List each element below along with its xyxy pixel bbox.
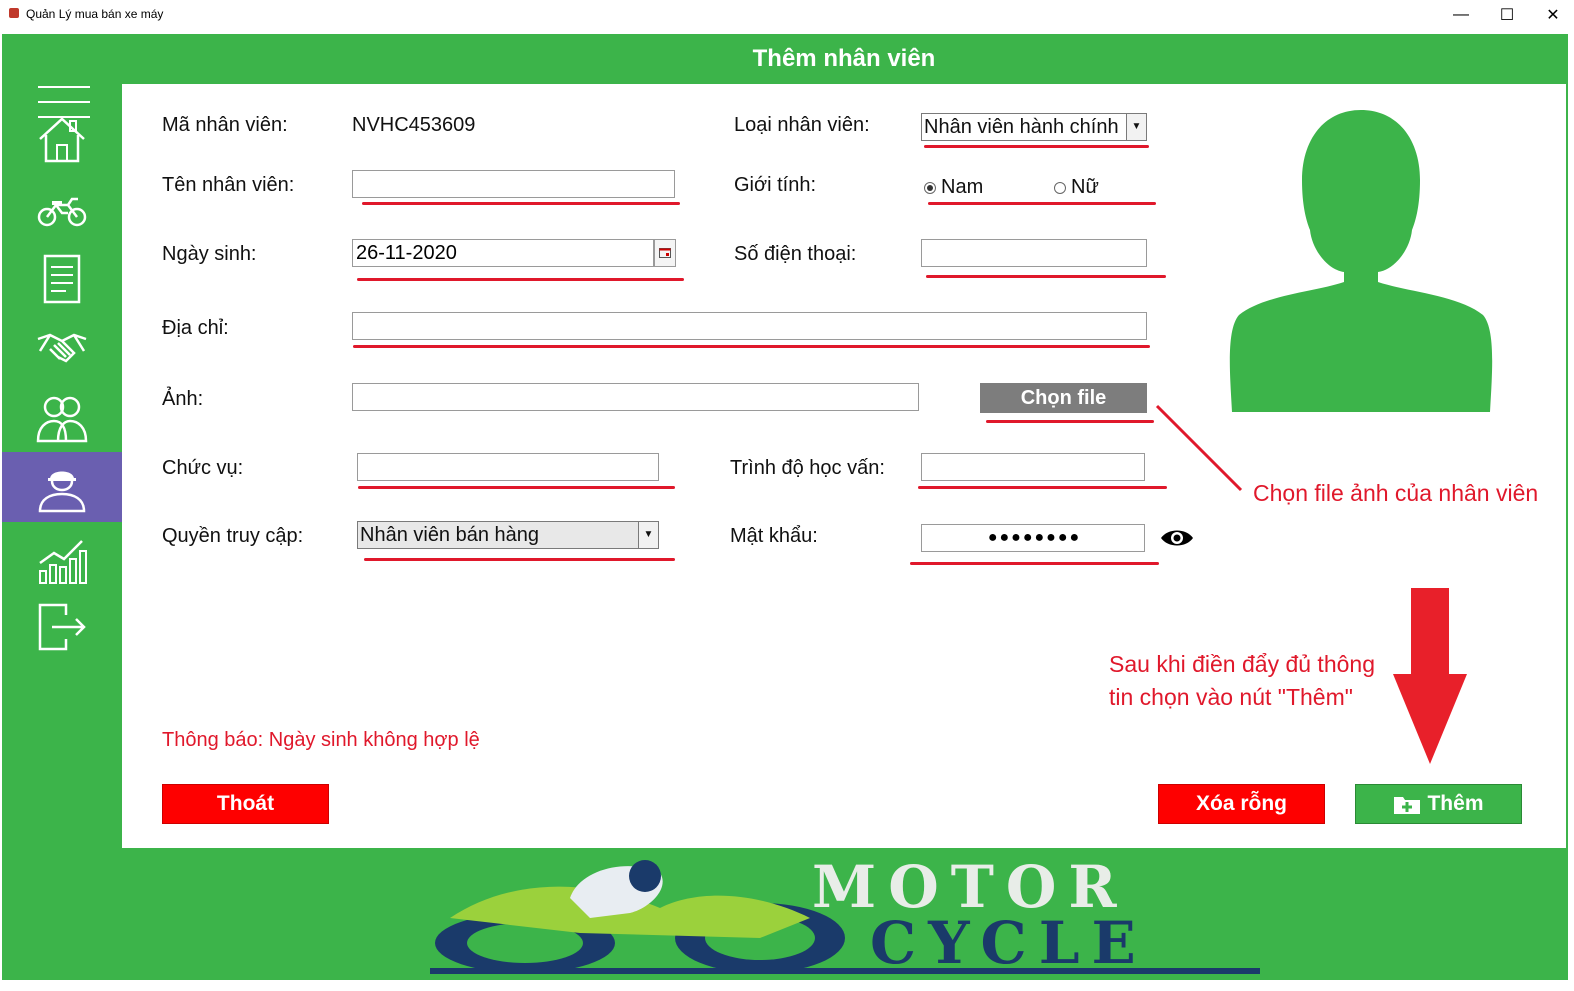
photo-label: Ảnh: [162,388,204,410]
employee-type-selected: Nhân viên hành chính [924,116,1119,138]
sidebar-item-home[interactable] [2,104,122,174]
home-icon [39,117,85,163]
logo-text-cycle: CYCLE [870,909,1148,977]
show-password-button[interactable] [1160,527,1194,549]
gender-male-label: Nam [941,176,984,198]
education-label: Trình độ học vấn: [730,457,885,479]
document-icon [43,254,81,304]
highlight-underline [358,486,675,489]
name-input[interactable] [352,170,675,198]
close-button[interactable]: ✕ [1530,0,1574,30]
address-input[interactable] [352,312,1147,340]
add-button[interactable]: Thêm [1355,784,1522,824]
dob-input[interactable]: 26-11-2020 [352,239,654,267]
gender-male-radio[interactable]: Nam [924,176,983,199]
motorcycle-icon [37,197,87,227]
sidebar-item-logout[interactable] [2,592,122,662]
address-label: Địa chỉ: [162,317,229,339]
window-titlebar: Quản Lý mua bán xe máy — ☐ ✕ [0,0,1574,30]
employee-id-label: Mã nhân viên: [162,114,288,136]
notice-message: Thông báo: Ngày sinh không hợp lệ [162,729,480,751]
window-title: Quản Lý mua bán xe máy [26,7,164,21]
radio-selected-icon [924,181,936,194]
sidebar-item-customers[interactable] [2,384,122,454]
avatar-placeholder-icon [1229,110,1493,412]
employee-id-value: NVHC453609 [352,114,476,136]
sidebar-item-motorcycles[interactable] [2,174,122,244]
highlight-underline [364,558,675,561]
logo-text-motor: MOTOR [812,853,1129,921]
highlight-underline [362,202,680,205]
handshake-icon [37,333,87,363]
highlight-underline [924,145,1149,148]
employee-type-label: Loại nhân viên: [734,114,870,136]
gender-female-radio[interactable]: Nữ [1054,176,1099,199]
name-label: Tên nhân viên: [162,174,295,196]
calendar-icon [659,248,671,258]
annotation-arrow-line [1155,404,1243,492]
position-label: Chức vụ: [162,457,244,479]
highlight-underline [986,420,1154,423]
eye-icon [1161,530,1193,546]
phone-input[interactable] [921,239,1147,267]
sidebar-item-deals[interactable] [2,314,122,384]
sidebar [2,34,122,846]
page-title: Thêm nhân viên [752,45,936,72]
password-input[interactable]: ●●●●●●●● [921,524,1145,552]
password-label: Mật khẩu: [730,525,818,547]
highlight-underline [926,275,1166,278]
statistics-icon [39,540,87,584]
folder-add-icon [1394,797,1421,814]
phone-label: Số điện thoại: [734,243,857,265]
chevron-down-icon[interactable]: ▼ [1126,114,1146,140]
calendar-button[interactable] [654,239,676,267]
add-hint-line2: tin chọn vào nút "Thêm" [1109,684,1353,710]
minimize-button[interactable]: — [1438,0,1484,30]
highlight-underline [918,486,1167,489]
add-hint-line1: Sau khi điền đẩy đủ thông [1109,651,1375,677]
education-input[interactable] [921,453,1145,481]
highlight-underline [910,562,1159,565]
sidebar-item-employees[interactable] [2,452,122,522]
choose-file-annotation: Chọn file ảnh của nhân viên [1253,480,1539,506]
customers-icon [36,396,88,443]
access-select[interactable]: Nhân viên bán hàng ▼ [357,521,659,549]
add-button-label: Thêm [1427,792,1484,815]
highlight-underline [353,345,1150,348]
app-icon [9,8,19,18]
sidebar-item-statistics[interactable] [2,524,122,594]
chevron-down-icon[interactable]: ▼ [638,522,658,548]
sidebar-item-invoices[interactable] [2,244,122,314]
access-selected: Nhân viên bán hàng [360,524,540,546]
access-label: Quyền truy cập: [162,525,304,547]
gender-label: Giới tính: [734,174,817,196]
radio-unselected-icon [1054,181,1066,194]
gender-female-label: Nữ [1071,176,1099,198]
photo-path-input[interactable] [352,383,919,411]
clear-button[interactable]: Xóa rỗng [1158,784,1325,824]
maximize-button[interactable]: ☐ [1484,0,1530,30]
down-arrow-icon [1393,588,1467,764]
employee-icon [38,471,86,513]
dob-label: Ngày sinh: [162,243,257,265]
highlight-underline [357,278,684,281]
logout-icon [38,603,86,651]
position-input[interactable] [357,453,659,481]
exit-button[interactable]: Thoát [162,784,329,824]
choose-file-button[interactable]: Chọn file [980,383,1147,413]
highlight-underline [928,202,1156,205]
employee-type-select[interactable]: Nhân viên hành chính ▼ [921,113,1147,141]
